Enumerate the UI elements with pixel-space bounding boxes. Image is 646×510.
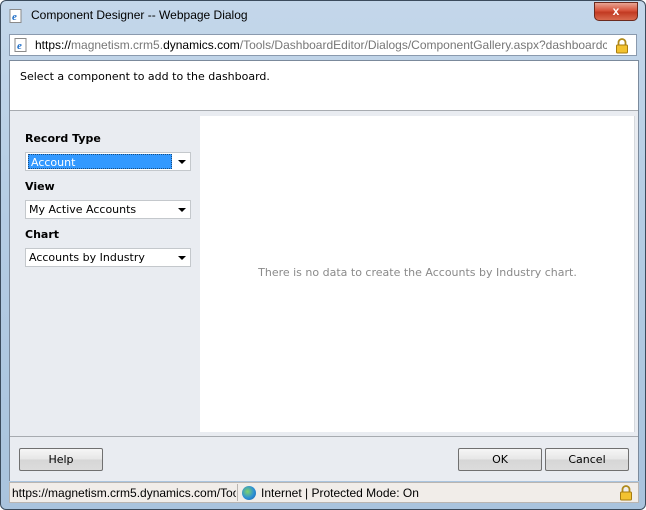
help-button[interactable]: Help — [19, 448, 103, 471]
status-divider — [237, 484, 238, 501]
dialog-header: Select a component to add to the dashboa… — [10, 61, 638, 111]
security-zone[interactable]: Internet | Protected Mode: On — [261, 486, 419, 500]
view-label: View — [25, 180, 55, 193]
view-select[interactable]: My Active Accounts — [25, 200, 191, 219]
ie-page-icon: e — [14, 38, 27, 52]
status-url: https://magnetism.crm5.dynamics.com/Tool… — [12, 486, 236, 500]
view-value: My Active Accounts — [29, 203, 137, 216]
instruction-text: Select a component to add to the dashboa… — [20, 70, 270, 83]
dialog-window: e Component Designer -- Webpage Dialog x… — [0, 0, 646, 510]
svg-text:e: e — [12, 11, 17, 23]
url-scheme: https:// — [35, 38, 72, 52]
url-domain: dynamics.com — [163, 38, 240, 52]
cancel-button[interactable]: Cancel — [545, 448, 629, 471]
ie-page-icon: e — [9, 9, 22, 23]
no-data-message: There is no data to create the Accounts … — [258, 266, 577, 279]
url-path: /Tools/DashboardEditor/Dialogs/Component… — [239, 38, 607, 52]
ok-button[interactable]: OK — [458, 448, 542, 471]
address-bar[interactable]: e https://magnetism.crm5.dynamics.com/To… — [9, 34, 637, 56]
close-icon: x — [612, 4, 620, 18]
url-subdomain: magnetism.crm5. — [71, 38, 164, 52]
lock-icon[interactable] — [615, 38, 629, 54]
chevron-down-icon — [178, 160, 186, 164]
chevron-down-icon — [178, 208, 186, 212]
chart-select[interactable]: Accounts by Industry — [25, 248, 191, 267]
component-options: Record Type Account View My Active Accou… — [10, 112, 200, 432]
record-type-value: Account — [28, 154, 172, 169]
svg-text:e: e — [17, 40, 22, 52]
chevron-down-icon — [178, 256, 186, 260]
chart-label: Chart — [25, 228, 60, 241]
record-type-select[interactable]: Account — [25, 152, 191, 171]
record-type-label: Record Type — [25, 132, 101, 145]
dialog-footer: Help OK Cancel — [10, 436, 638, 481]
address-url: https://magnetism.crm5.dynamics.com/Tool… — [35, 38, 607, 52]
chart-preview-panel: There is no data to create the Accounts … — [200, 116, 635, 432]
lock-icon[interactable] — [619, 485, 633, 501]
title-bar[interactable]: e Component Designer -- Webpage Dialog x — [1, 1, 645, 31]
window-title: Component Designer -- Webpage Dialog — [31, 8, 248, 22]
globe-icon — [242, 486, 256, 500]
status-bar: https://magnetism.crm5.dynamics.com/Tool… — [9, 482, 639, 503]
chart-value: Accounts by Industry — [29, 251, 145, 264]
close-button[interactable]: x — [594, 2, 638, 21]
dialog-content: Select a component to add to the dashboa… — [9, 60, 639, 481]
